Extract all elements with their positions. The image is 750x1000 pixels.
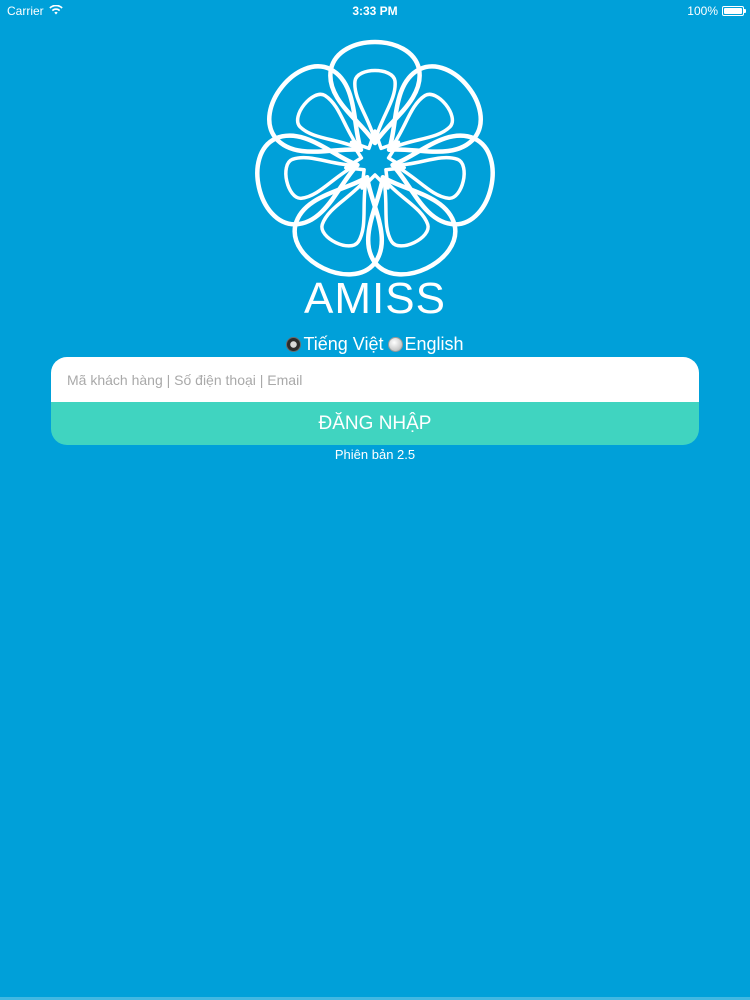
radio-selected-icon[interactable] bbox=[286, 337, 302, 352]
language-option-english[interactable]: English bbox=[387, 334, 464, 355]
customer-id-input[interactable] bbox=[51, 357, 699, 402]
language-selector: Tiếng Việt English bbox=[0, 334, 750, 355]
brand-name: AMISS bbox=[304, 274, 446, 323]
language-label-vietnamese: Tiếng Việt bbox=[303, 334, 384, 354]
login-button[interactable]: ĐĂNG NHẬP bbox=[51, 402, 699, 445]
version-label: Phiên bản 2.5 bbox=[334, 447, 416, 462]
battery-fill bbox=[724, 8, 742, 14]
radio-unselected-icon[interactable] bbox=[387, 337, 403, 352]
login-card: ĐĂNG NHẬP bbox=[51, 357, 699, 445]
status-right: 100% bbox=[687, 4, 746, 18]
status-bar: Carrier 3:33 PM 100% bbox=[0, 0, 750, 22]
language-label-english: English bbox=[404, 334, 464, 354]
flower-logo-icon bbox=[250, 36, 500, 286]
battery-percent: 100% bbox=[687, 4, 718, 18]
battery-icon bbox=[722, 6, 746, 16]
status-time: 3:33 PM bbox=[352, 4, 398, 18]
language-option-vietnamese[interactable]: Tiếng Việt bbox=[286, 334, 384, 355]
